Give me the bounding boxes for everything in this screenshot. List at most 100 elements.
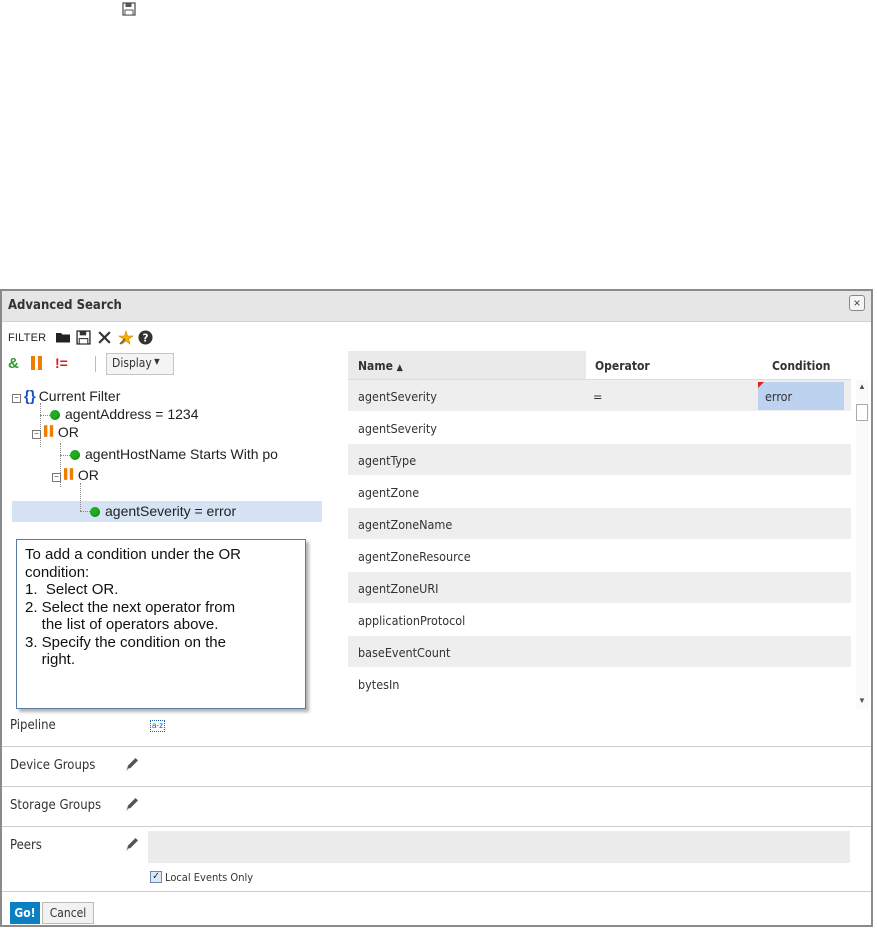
- braces-icon: {}: [24, 388, 36, 405]
- tree-node-agentseverity[interactable]: agentSeverity = error: [90, 502, 236, 520]
- tooltip-line: 3. Specify the condition on the: [25, 633, 226, 651]
- tree-root[interactable]: −{} Current Filter: [12, 387, 120, 405]
- scroll-down-icon[interactable]: ▼: [858, 696, 866, 705]
- peers-input[interactable]: [148, 831, 850, 863]
- or-icon[interactable]: [31, 356, 43, 375]
- column-header-operator[interactable]: Operator: [595, 359, 650, 373]
- advanced-search-dialog: Advanced Search × FILTER ? & != Display …: [0, 289, 873, 927]
- field-grid: Name ▲ Operator Condition agentSeverity …: [348, 351, 869, 709]
- dialog-title: Advanced Search: [8, 298, 122, 313]
- close-icon[interactable]: [97, 330, 112, 350]
- tree-node-label: OR: [57, 424, 79, 440]
- table-row[interactable]: agentZoneName: [348, 508, 851, 539]
- table-row[interactable]: agentZone: [348, 476, 851, 507]
- row-condition: error: [765, 389, 793, 404]
- storage-groups-label: Storage Groups: [10, 798, 102, 813]
- peers-label: Peers: [10, 838, 42, 853]
- not-icon[interactable]: !=: [55, 355, 68, 371]
- wizard-icon[interactable]: [118, 329, 134, 351]
- condition-cell[interactable]: error: [758, 382, 844, 410]
- footer-divider: [2, 891, 871, 892]
- tree-node-label: OR: [77, 467, 99, 483]
- grid-header: Name ▲ Operator Condition: [348, 351, 851, 380]
- go-button[interactable]: Go!: [10, 902, 40, 924]
- peers-row: Peers: [2, 827, 871, 866]
- collapse-icon[interactable]: −: [52, 473, 61, 482]
- and-icon[interactable]: &: [8, 355, 19, 372]
- or-icon: [44, 424, 54, 440]
- row-name: agentZoneName: [358, 517, 453, 532]
- row-name: agentZoneURI: [358, 581, 439, 596]
- table-row[interactable]: bytesIn: [348, 668, 851, 699]
- close-dialog-button[interactable]: ×: [849, 295, 865, 311]
- toolbar-divider: [95, 356, 96, 372]
- row-name: agentType: [358, 453, 417, 468]
- tooltip-line: condition:: [25, 563, 90, 581]
- row-name: applicationProtocol: [358, 613, 466, 628]
- tooltip-line: 2. Select the next operator from: [25, 598, 236, 616]
- row-operator[interactable]: =: [593, 389, 602, 404]
- save-icon[interactable]: [122, 2, 136, 21]
- save-icon[interactable]: [76, 330, 91, 350]
- edited-flag-icon: [758, 382, 764, 388]
- column-header-condition[interactable]: Condition: [772, 359, 830, 373]
- collapse-icon[interactable]: −: [32, 430, 41, 439]
- pencil-icon[interactable]: [124, 756, 140, 777]
- condition-dot-icon: [90, 507, 100, 517]
- folder-icon[interactable]: [55, 330, 71, 349]
- tree-node-agentaddress[interactable]: agentAddress = 1234: [50, 405, 199, 423]
- filter-tree: −{} Current Filter agentAddress = 1234 − …: [10, 387, 330, 522]
- pencil-icon[interactable]: [124, 836, 140, 857]
- table-row[interactable]: agentSeverity = error: [348, 380, 851, 411]
- tooltip-line: the list of operators above.: [25, 616, 219, 633]
- local-events-label: Local Events Only: [165, 871, 254, 884]
- row-name: agentZone: [358, 485, 420, 500]
- table-row[interactable]: agentZoneURI: [348, 572, 851, 603]
- table-row[interactable]: agentSeverity: [348, 412, 851, 443]
- tree-root-label: Current Filter: [38, 388, 121, 404]
- condition-dot-icon: [70, 450, 80, 460]
- local-events-checkbox[interactable]: ✓: [150, 871, 162, 883]
- tree-node-or-1[interactable]: − OR: [32, 423, 79, 441]
- table-row[interactable]: applicationProtocol: [348, 604, 851, 635]
- row-name: agentZoneResource: [358, 549, 471, 564]
- tooltip-line: right.: [25, 651, 76, 668]
- column-header-name-label: Name: [358, 359, 393, 373]
- tree-node-label: agentAddress = 1234: [65, 406, 199, 422]
- cancel-button[interactable]: Cancel: [42, 902, 94, 924]
- device-groups-label: Device Groups: [10, 758, 96, 773]
- caret-down-icon: ▼: [151, 357, 160, 366]
- dialog-titlebar: Advanced Search ×: [2, 291, 871, 322]
- sort-az-icon[interactable]: a-z: [150, 720, 166, 732]
- grid-scrollbar[interactable]: ▲ ▼: [856, 380, 869, 709]
- pencil-icon[interactable]: [124, 796, 140, 817]
- row-name: baseEventCount: [358, 645, 451, 660]
- row-name: bytesIn: [358, 677, 400, 692]
- row-name: agentSeverity: [358, 389, 437, 404]
- help-icon[interactable]: ?: [138, 330, 153, 350]
- table-row[interactable]: agentType: [348, 444, 851, 475]
- tooltip-line: To add a condition under the OR: [25, 546, 241, 563]
- filter-label: FILTER: [8, 332, 47, 344]
- display-dropdown-label: Display: [112, 356, 152, 370]
- pipeline-label: Pipeline: [10, 718, 56, 733]
- table-row[interactable]: agentZoneResource: [348, 540, 851, 571]
- display-dropdown[interactable]: Display ▼: [106, 353, 174, 375]
- scroll-up-icon[interactable]: ▲: [858, 382, 866, 391]
- sort-asc-icon: ▲: [396, 363, 403, 373]
- help-tooltip: To add a condition under the OR conditio…: [16, 539, 306, 709]
- pipeline-row: Pipeline a-z: [2, 707, 871, 747]
- storage-groups-row: Storage Groups: [2, 787, 871, 827]
- condition-dot-icon: [50, 410, 60, 420]
- tree-node-or-2[interactable]: − OR: [52, 466, 99, 484]
- tooltip-line: 1. Select OR.: [25, 581, 119, 598]
- tree-node-agenthostname[interactable]: agentHostName Starts With po: [70, 445, 278, 463]
- row-name: agentSeverity: [358, 421, 437, 436]
- table-row[interactable]: baseEventCount: [348, 636, 851, 667]
- tree-node-label: agentSeverity = error: [105, 503, 237, 519]
- svg-text:?: ?: [143, 332, 149, 344]
- scroll-thumb[interactable]: [856, 404, 868, 421]
- device-groups-row: Device Groups: [2, 747, 871, 787]
- collapse-icon[interactable]: −: [12, 394, 21, 403]
- column-header-name[interactable]: Name ▲: [358, 359, 403, 373]
